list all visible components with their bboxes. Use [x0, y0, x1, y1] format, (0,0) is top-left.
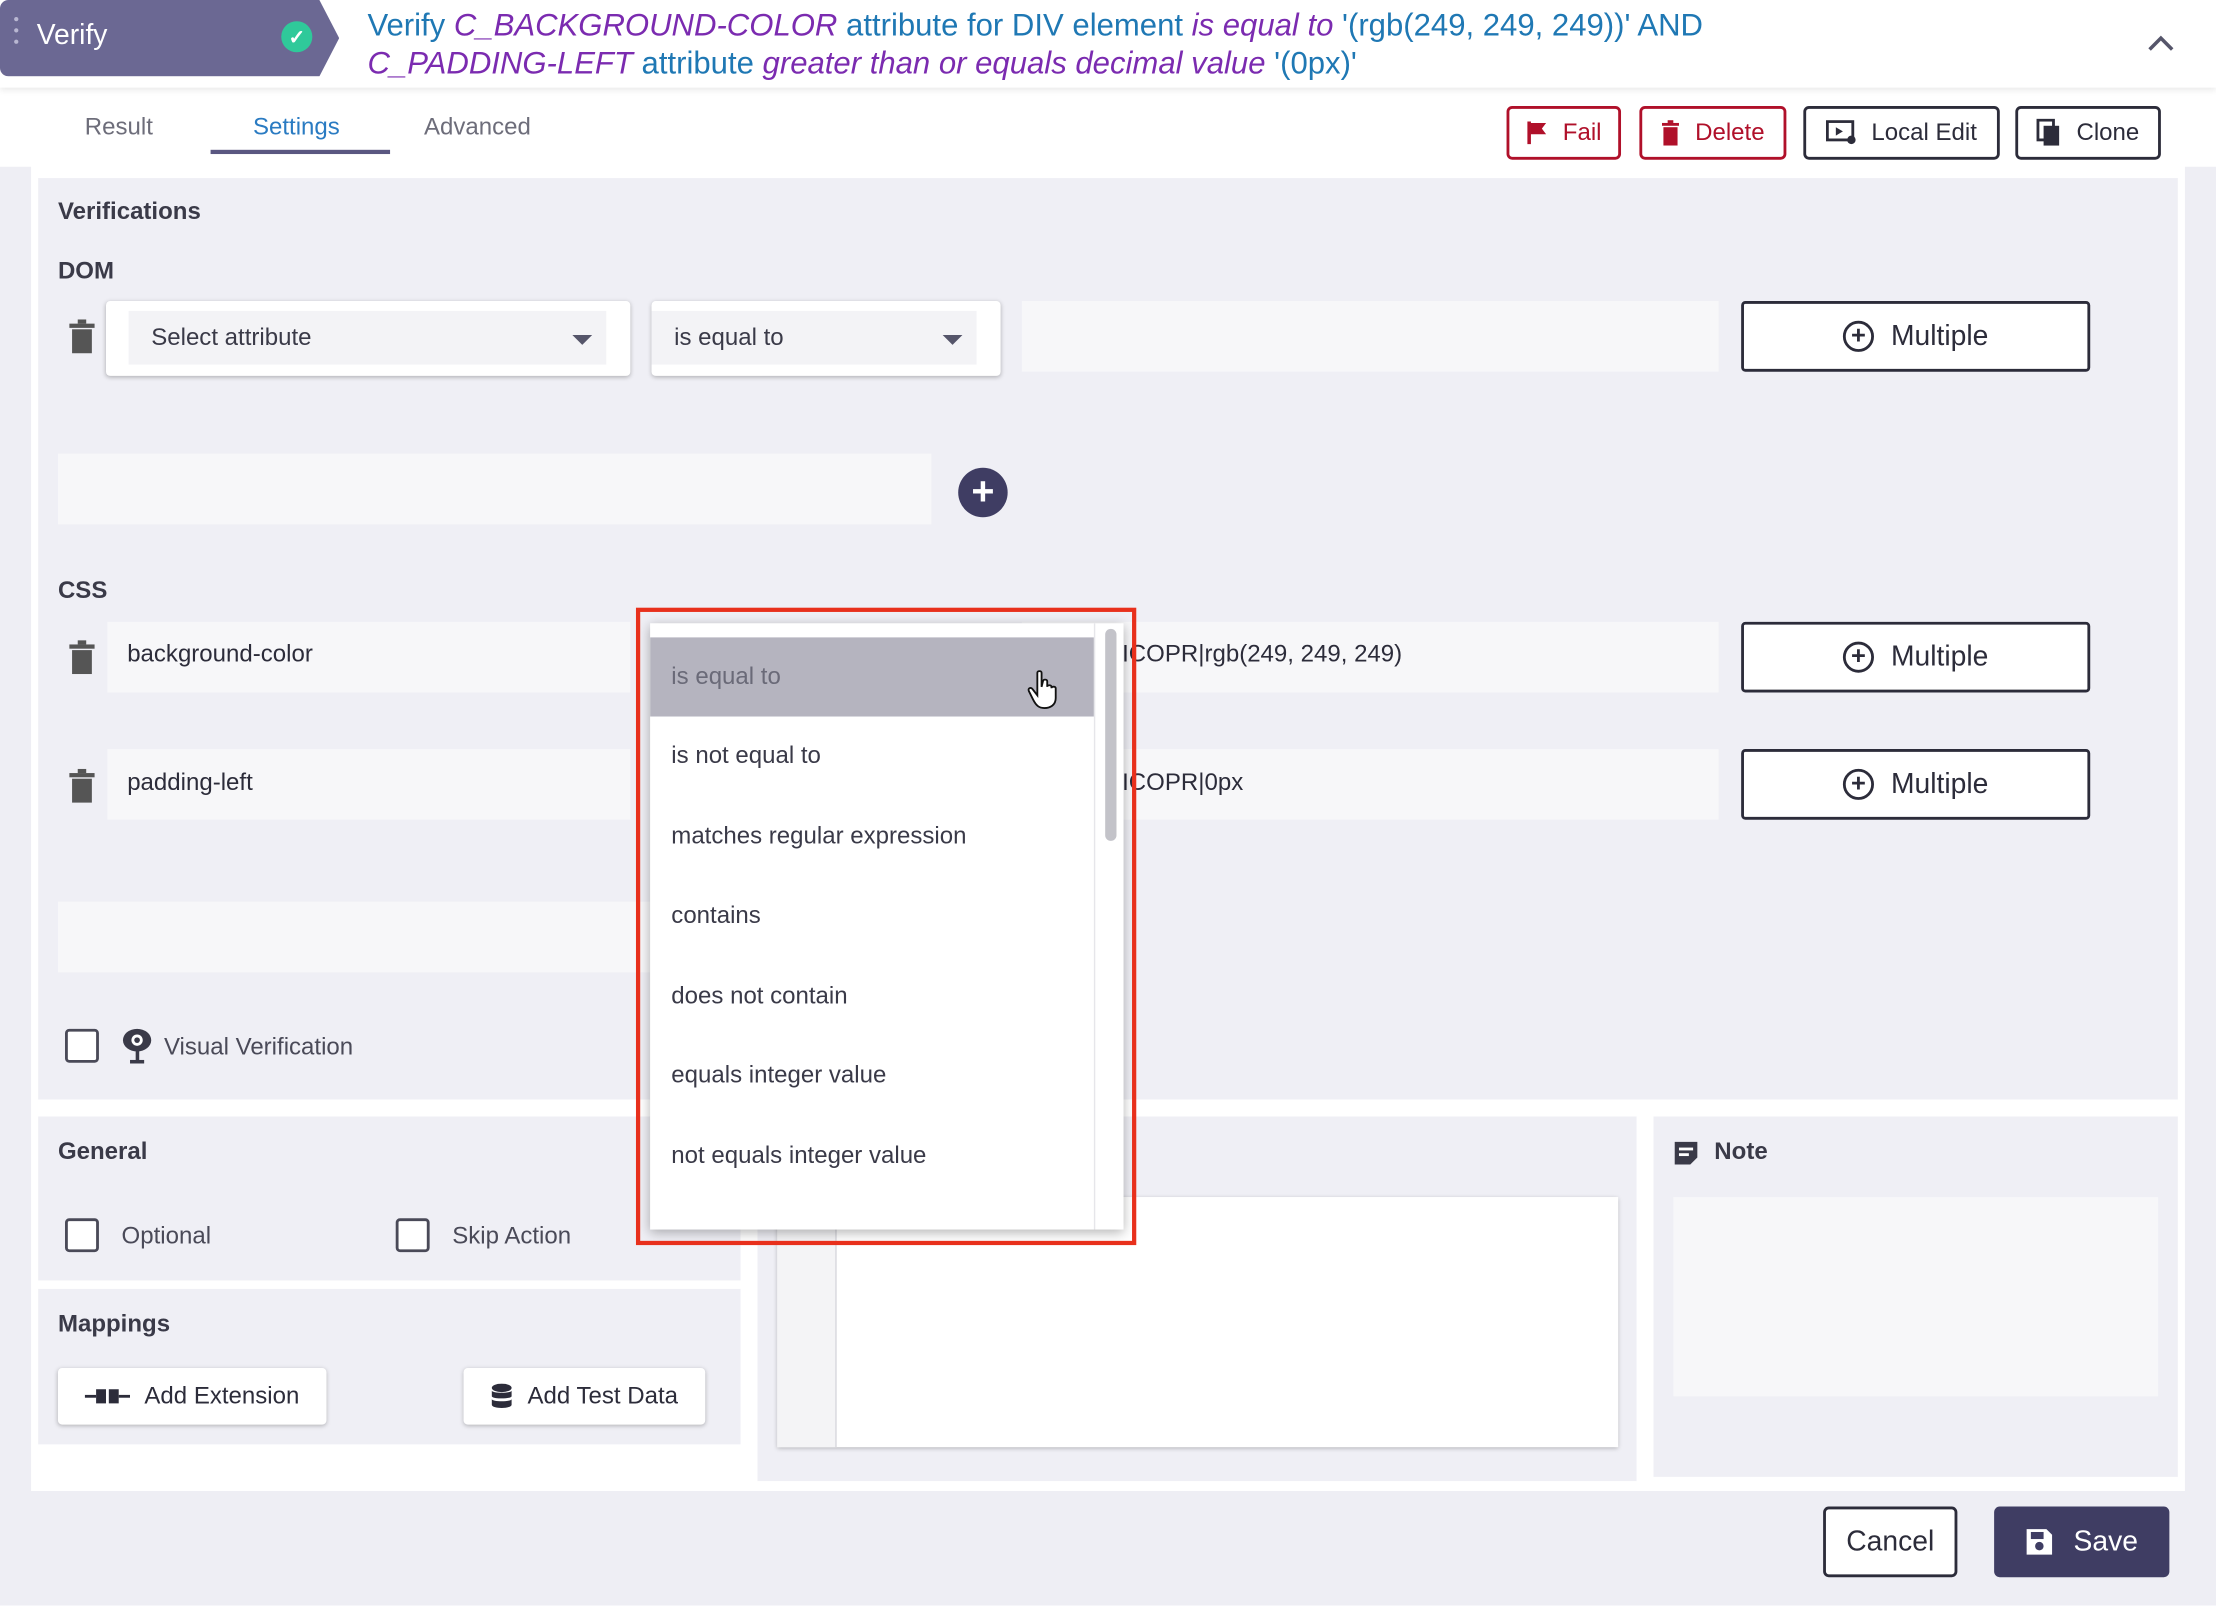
chevron-down-icon — [942, 334, 963, 345]
trash-icon[interactable] — [69, 768, 95, 803]
visual-verification-label: Visual Verification — [163, 1033, 354, 1060]
clone-button[interactable]: Clone — [2015, 105, 2161, 160]
multiple-label: Multiple — [1890, 320, 1989, 352]
summary-attribute: C_PADDING-LEFT — [367, 45, 633, 81]
focus-highlight — [635, 607, 1137, 1246]
chevron-down-icon — [572, 334, 593, 345]
drag-handle-icon[interactable] — [14, 16, 20, 59]
add-circle-icon: + — [1842, 768, 1875, 800]
verifications-title: Verifications — [57, 197, 201, 225]
summary-text: '(0px)' — [1265, 45, 1357, 81]
css-value-text: ICOPR|rgb(249, 249, 249) — [1122, 640, 1403, 668]
frame-left-edge — [0, 166, 32, 1606]
summary-operator: is equal to — [1191, 7, 1334, 43]
skip-action-label: Skip Action — [452, 1222, 572, 1250]
optional-label: Optional — [121, 1222, 212, 1250]
note-textarea[interactable] — [1673, 1197, 2159, 1397]
attribute-select-value: Select attribute — [151, 323, 312, 351]
dom-attribute-select[interactable]: Select attribute — [105, 301, 631, 376]
frame-right-edge — [2184, 166, 2216, 1606]
plug-icon — [85, 1389, 131, 1404]
css-attribute-value: padding-left — [127, 768, 253, 796]
local-edit-button[interactable]: Local Edit — [1803, 105, 2000, 160]
add-extension-button[interactable]: Add Extension — [57, 1368, 327, 1425]
save-button[interactable]: Save — [1994, 1506, 2170, 1578]
add-extension-label: Add Extension — [144, 1382, 300, 1410]
add-attribute-icon[interactable]: + — [958, 467, 1008, 518]
clone-label: Clone — [2076, 118, 2140, 146]
delete-label: Delete — [1695, 118, 1765, 146]
dom-multiple-button[interactable]: + Multiple — [1741, 301, 2091, 372]
add-test-data-label: Add Test Data — [527, 1382, 678, 1410]
delete-button[interactable]: Delete — [1639, 105, 1787, 160]
trash-icon[interactable] — [69, 640, 95, 675]
active-tab-indicator — [210, 149, 391, 155]
cancel-button[interactable]: Cancel — [1823, 1506, 1958, 1578]
mappings-title: Mappings — [57, 1310, 171, 1337]
badge-label: Verify — [36, 19, 108, 51]
tab-settings[interactable]: Settings — [253, 113, 340, 141]
chevron-up-icon[interactable] — [2143, 25, 2180, 62]
save-label: Save — [2073, 1525, 2138, 1557]
verify-badge[interactable]: Verify ✓ — [0, 0, 340, 77]
multiple-label: Multiple — [1890, 640, 1989, 673]
add-circle-icon: + — [1842, 641, 1875, 673]
local-edit-label: Local Edit — [1871, 118, 1977, 146]
add-test-data-button[interactable]: Add Test Data — [463, 1368, 706, 1425]
tab-advanced[interactable]: Advanced — [424, 113, 531, 141]
dom-custom-attribute-input[interactable] — [57, 453, 932, 525]
dom-operator-select[interactable]: is equal to — [651, 301, 1001, 376]
check-icon: ✓ — [281, 21, 313, 53]
skip-action-checkbox[interactable] — [395, 1218, 430, 1253]
css-attribute-value: background-color — [127, 640, 313, 668]
css-label: CSS — [57, 576, 108, 604]
summary-text: Verify — [367, 7, 454, 43]
tab-result[interactable]: Result — [85, 113, 153, 141]
fail-label: Fail — [1562, 118, 1602, 146]
step-header: Verify ✓ Verify C_BACKGROUND-COLOR attri… — [0, 0, 2216, 88]
eye-pin-icon — [122, 1028, 152, 1064]
summary-attribute: C_BACKGROUND-COLOR — [453, 7, 838, 43]
step-summary: Verify C_BACKGROUND-COLOR attribute for … — [367, 6, 2063, 82]
database-icon — [492, 1383, 512, 1408]
css-multiple-button[interactable]: + Multiple — [1741, 621, 2091, 693]
summary-text: '(rgb(249, 249, 249))' AND — [1333, 7, 1704, 43]
dom-value-input[interactable] — [1021, 301, 1719, 372]
note-title: Note — [1714, 1137, 1768, 1165]
copy-icon — [2036, 118, 2060, 146]
css-multiple-button[interactable]: + Multiple — [1741, 749, 2091, 820]
local-edit-icon — [1826, 120, 1856, 145]
summary-text: attribute — [632, 45, 763, 81]
flag-icon — [1527, 121, 1546, 145]
css-attribute-input[interactable]: padding-left — [107, 749, 631, 820]
css-value-text: ICOPR|0px — [1122, 768, 1244, 796]
summary-text: attribute for DIV element — [837, 7, 1192, 43]
trash-icon — [1662, 120, 1680, 146]
add-circle-icon: + — [1842, 320, 1875, 352]
general-title: General — [57, 1137, 148, 1165]
operator-select-value: is equal to — [674, 323, 784, 351]
trash-icon[interactable] — [69, 319, 95, 354]
optional-checkbox[interactable] — [65, 1218, 99, 1253]
summary-operator: greater than or equals decimal value — [762, 45, 1266, 81]
css-attribute-input[interactable]: background-color — [107, 621, 631, 693]
visual-verification-checkbox[interactable] — [65, 1028, 99, 1063]
css-custom-attribute-input[interactable] — [57, 901, 652, 973]
multiple-label: Multiple — [1890, 768, 1989, 800]
note-icon — [1674, 1141, 1698, 1165]
dom-label: DOM — [57, 257, 115, 285]
fail-button[interactable]: Fail — [1506, 105, 1622, 160]
save-icon — [2026, 1529, 2053, 1555]
